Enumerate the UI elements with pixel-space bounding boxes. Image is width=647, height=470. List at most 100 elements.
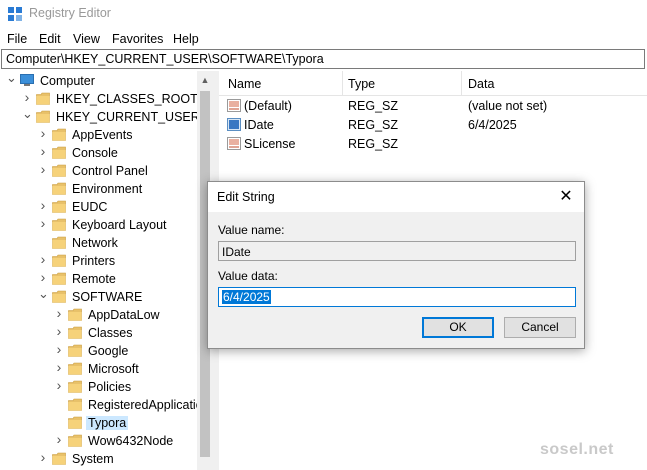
title-bar: Registry Editor <box>0 0 647 28</box>
menu-view[interactable]: View <box>73 32 100 46</box>
chevron-right-icon[interactable]: › <box>38 198 48 212</box>
value-name: SLicense <box>244 137 296 151</box>
tree-item[interactable]: › System <box>0 450 213 468</box>
tree-item[interactable]: › Keyboard Layout <box>0 216 213 234</box>
chevron-right-icon[interactable]: › <box>38 162 48 176</box>
folder-icon <box>52 290 66 303</box>
folder-icon <box>52 182 66 195</box>
value-name-label: Value name: <box>218 223 285 237</box>
menu-edit[interactable]: Edit <box>39 32 61 46</box>
chevron-right-icon[interactable]: › <box>38 270 48 284</box>
column-name[interactable]: Name <box>228 77 261 91</box>
value-data: 6/4/2025 <box>468 118 517 132</box>
value-row[interactable]: SLicense REG_SZ <box>219 134 647 153</box>
folder-icon <box>36 92 50 105</box>
tree-item[interactable]: Environment <box>0 180 213 198</box>
tree-item-label: Computer <box>40 74 95 88</box>
binary-value-icon <box>227 118 241 131</box>
value-row[interactable]: (Default) REG_SZ (value not set) <box>219 96 647 115</box>
value-row[interactable]: IDate REG_SZ 6/4/2025 <box>219 115 647 134</box>
value-data-input[interactable]: 6/4/2025 <box>218 287 576 307</box>
folder-icon <box>52 272 66 285</box>
chevron-right-icon[interactable]: › <box>22 90 32 104</box>
tree-item[interactable]: › EUDC <box>0 198 213 216</box>
tree-item[interactable]: Typora <box>0 414 213 432</box>
menu-favorites[interactable]: Favorites <box>112 32 163 46</box>
tree-item-label: Network <box>72 236 118 250</box>
registry-editor-icon <box>8 7 22 21</box>
folder-icon <box>68 398 82 411</box>
chevron-right-icon[interactable]: › <box>38 450 48 464</box>
tree-item[interactable]: RegisteredApplicatio <box>0 396 213 414</box>
folder-icon <box>52 200 66 213</box>
chevron-right-icon[interactable]: › <box>38 126 48 140</box>
tree-item[interactable]: › Google <box>0 342 213 360</box>
chevron-right-icon[interactable]: › <box>54 324 64 338</box>
folder-icon <box>52 164 66 177</box>
tree-item-label: Wow6432Node <box>88 434 174 448</box>
tree-item[interactable]: ⌄ Computer <box>0 71 213 90</box>
tree-item[interactable]: › Printers <box>0 252 213 270</box>
folder-icon <box>52 254 66 267</box>
tree-item[interactable]: › Remote <box>0 270 213 288</box>
column-type[interactable]: Type <box>348 77 375 91</box>
folder-icon <box>68 308 82 321</box>
chevron-down-icon[interactable]: ⌄ <box>22 107 33 120</box>
value-type: REG_SZ <box>348 137 399 151</box>
tree-item-label: Google <box>88 344 129 358</box>
address-bar[interactable]: Computer\HKEY_CURRENT_USER\SOFTWARE\Typo… <box>1 49 645 69</box>
watermark-text: sosel.net <box>540 441 614 458</box>
column-data[interactable]: Data <box>468 77 494 91</box>
tree-item-label: RegisteredApplicatio <box>88 398 203 412</box>
folder-icon <box>68 326 82 339</box>
chevron-right-icon[interactable]: › <box>38 252 48 266</box>
address-path: Computer\HKEY_CURRENT_USER\SOFTWARE\Typo… <box>6 52 324 66</box>
chevron-right-icon[interactable]: › <box>54 360 64 374</box>
chevron-right-icon[interactable]: › <box>54 342 64 356</box>
tree-item-label: Classes <box>88 326 133 340</box>
tree-item-label: Console <box>72 146 118 160</box>
folder-icon <box>68 344 82 357</box>
folder-icon <box>36 110 50 123</box>
menu-help[interactable]: Help <box>173 32 199 46</box>
tree-item-label: AppDataLow <box>88 308 160 322</box>
scroll-up-icon[interactable]: ▲ <box>200 75 210 85</box>
menu-file[interactable]: File <box>7 32 27 46</box>
chevron-right-icon[interactable]: › <box>38 216 48 230</box>
close-icon[interactable]: ✕ <box>556 187 576 207</box>
dialog-title-bar: Edit String ✕ <box>208 182 584 212</box>
tree-item-label: Control Panel <box>72 164 148 178</box>
string-value-icon <box>227 99 241 112</box>
tree-item[interactable]: › AppEvents <box>0 126 213 144</box>
dialog-title: Edit String <box>217 190 275 204</box>
tree-item[interactable]: › Wow6432Node <box>0 432 213 450</box>
folder-icon <box>68 362 82 375</box>
tree-item[interactable]: › Microsoft <box>0 360 213 378</box>
tree-item[interactable]: › Console <box>0 144 213 162</box>
column-divider[interactable] <box>342 71 343 95</box>
string-value-icon <box>227 137 241 150</box>
chevron-right-icon[interactable]: › <box>38 144 48 158</box>
value-type: REG_SZ <box>348 99 399 113</box>
tree-item[interactable]: ⌄ HKEY_CURRENT_USER <box>0 107 213 126</box>
tree-item[interactable]: ⌄ SOFTWARE <box>0 287 213 306</box>
tree-item[interactable]: › AppDataLow <box>0 306 213 324</box>
folder-icon <box>52 146 66 159</box>
tree-item[interactable]: Network <box>0 234 213 252</box>
folder-icon <box>52 452 66 465</box>
chevron-right-icon[interactable]: › <box>54 378 64 392</box>
chevron-down-icon[interactable]: ⌄ <box>6 71 17 84</box>
chevron-right-icon[interactable]: › <box>54 306 64 320</box>
ok-button[interactable]: OK <box>422 317 494 338</box>
computer-icon <box>20 74 34 86</box>
tree-item[interactable]: › Control Panel <box>0 162 213 180</box>
chevron-right-icon[interactable]: › <box>54 432 64 446</box>
column-divider[interactable] <box>461 71 462 95</box>
menu-bar: File Edit View Favorites Help <box>0 28 647 50</box>
folder-icon <box>52 236 66 249</box>
tree-item[interactable]: › Policies <box>0 378 213 396</box>
tree-item[interactable]: › Classes <box>0 324 213 342</box>
cancel-button[interactable]: Cancel <box>504 317 576 338</box>
chevron-down-icon[interactable]: ⌄ <box>38 287 49 300</box>
tree-item-label: Typora <box>86 416 129 430</box>
